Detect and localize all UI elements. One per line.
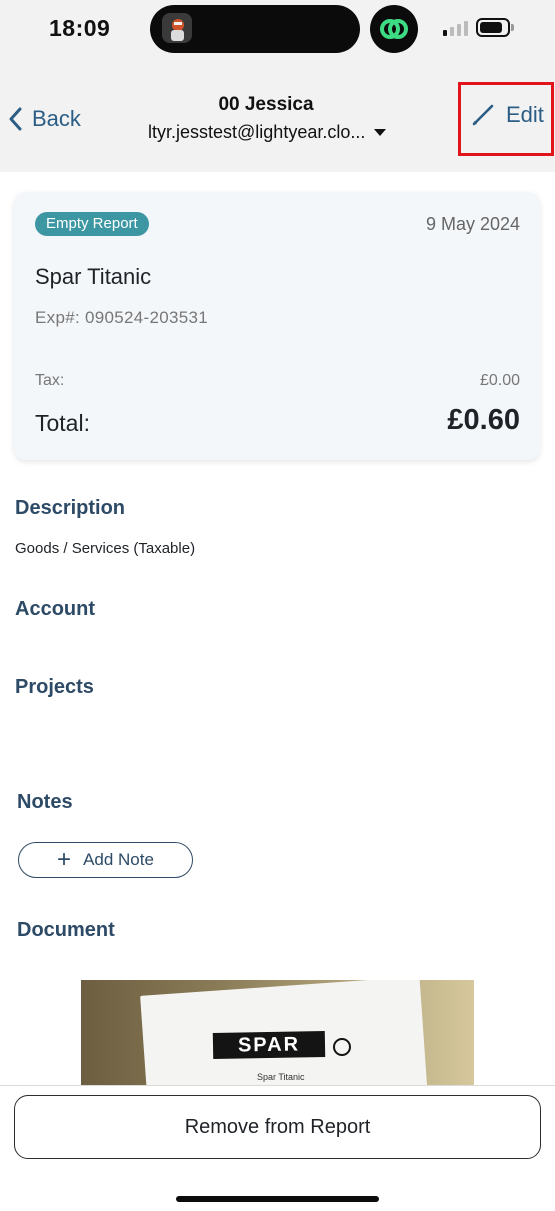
back-button[interactable]: Back — [6, 103, 81, 135]
description-heading: Description — [15, 497, 126, 519]
add-note-button[interactable]: + Add Note — [18, 842, 193, 878]
receipt-image[interactable]: SPAR Spar Titanic — [81, 980, 474, 1086]
plus-icon: + — [57, 846, 72, 873]
status-bar: 18:09 — [0, 0, 555, 58]
tax-label: Tax: — [35, 372, 65, 389]
battery-cap — [511, 24, 514, 31]
nav-header: Back 00 Jessica ltyr.jesstest@lightyear.… — [0, 58, 555, 172]
status-time: 18:09 — [49, 15, 111, 41]
total-label: Total: — [35, 410, 90, 436]
page-title: 00 Jessica — [218, 94, 314, 115]
receipt-store-line: Spar Titanic — [257, 1072, 305, 1082]
profile-avatar-icon — [162, 13, 192, 43]
account-email: ltyr.jesstest@lightyear.clo... — [148, 121, 366, 142]
spar-logo: SPAR — [212, 1031, 326, 1059]
account-switcher[interactable]: ltyr.jesstest@lightyear.clo... — [148, 119, 387, 145]
notes-heading: Notes — [17, 791, 73, 813]
home-indicator — [176, 1196, 379, 1202]
cellular-signal-icon — [443, 20, 471, 36]
spar-tree-icon — [333, 1038, 351, 1056]
caret-down-icon — [374, 128, 387, 136]
pencil-icon — [472, 104, 494, 126]
tax-value: £0.00 — [479, 372, 520, 389]
status-badge: Empty Report — [35, 212, 149, 236]
projects-heading: Projects — [15, 676, 94, 698]
expense-date: 9 May 2024 — [425, 214, 520, 234]
add-note-label: Add Note — [83, 850, 154, 869]
edit-label: Edit — [506, 102, 544, 127]
account-heading: Account — [15, 598, 95, 620]
expense-number: Exp#: 090524-203531 — [35, 308, 209, 327]
remove-from-report-button[interactable]: Remove from Report — [14, 1095, 541, 1159]
battery-icon — [476, 18, 510, 37]
expense-summary-card: Empty Report 9 May 2024 Spar Titanic Exp… — [14, 192, 540, 460]
edit-button[interactable]: Edit — [470, 102, 544, 128]
document-heading: Document — [17, 919, 115, 941]
chevron-left-icon — [9, 107, 22, 131]
back-label: Back — [32, 106, 81, 131]
threads-app-icon — [370, 5, 418, 53]
description-value: Goods / Services (Taxable) — [15, 540, 196, 557]
merchant-name: Spar Titanic — [35, 264, 152, 289]
total-value: £0.60 — [447, 404, 520, 436]
